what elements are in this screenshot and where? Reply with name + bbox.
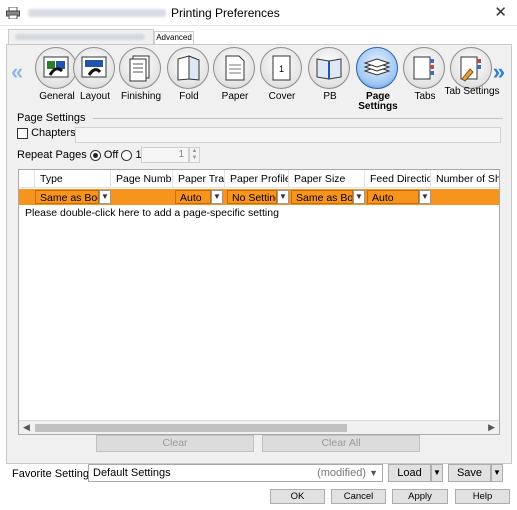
- cell-feed-direction[interactable]: Auto: [367, 190, 419, 204]
- ok-button[interactable]: OK: [270, 489, 325, 504]
- page-settings-table[interactable]: Type Page Number Paper Tray Paper Profil…: [18, 169, 500, 435]
- repeat-range-radio[interactable]: [121, 149, 133, 161]
- save-button[interactable]: Save: [448, 464, 491, 482]
- chapters-label: Chapters: [31, 127, 76, 140]
- load-dropdown-icon[interactable]: ▼: [431, 464, 443, 482]
- load-button[interactable]: Load: [388, 464, 431, 482]
- chapters-input[interactable]: [75, 127, 501, 143]
- paper-icon: [225, 55, 245, 81]
- ribbon-item-tabs[interactable]: Tabs: [400, 45, 450, 107]
- chevron-down-icon[interactable]: ▼: [211, 190, 223, 204]
- chevron-down-icon[interactable]: ▼: [277, 190, 289, 204]
- favorite-setting-select[interactable]: Default Settings (modified) ▼: [88, 464, 383, 482]
- cancel-button[interactable]: Cancel: [331, 489, 386, 504]
- chevron-down-icon[interactable]: ▼: [369, 465, 378, 481]
- cell-paper-size[interactable]: Same as Body: [291, 190, 353, 204]
- chevron-down-icon[interactable]: ▼: [353, 190, 365, 204]
- scrollbar-thumb[interactable]: [35, 424, 347, 432]
- tab-strip: Advanced: [0, 26, 517, 44]
- column-header-page-number[interactable]: Page Number: [111, 170, 173, 188]
- column-header-type[interactable]: Type: [35, 170, 111, 188]
- column-header-paper-tray[interactable]: Paper Tray: [173, 170, 225, 188]
- tabs-icon: [413, 56, 434, 80]
- close-icon[interactable]: ✕: [494, 3, 507, 21]
- fold-icon: [177, 55, 200, 81]
- favorite-setting-value: Default Settings: [93, 467, 171, 479]
- horizontal-scrollbar[interactable]: ◀ ▶: [19, 420, 499, 434]
- ribbon-item-tab-settings[interactable]: Tab Settings: [444, 45, 500, 107]
- save-dropdown-icon[interactable]: ▼: [491, 464, 503, 482]
- cell-paper-tray[interactable]: Auto: [175, 190, 211, 204]
- tab-name-redacted: [15, 34, 145, 40]
- window-title: Printing Preferences: [171, 6, 280, 20]
- modified-indicator: (modified): [317, 467, 366, 479]
- printer-icon: [6, 7, 20, 19]
- column-header-paper-size[interactable]: Paper Size: [289, 170, 365, 188]
- ribbon-scroll-left-icon[interactable]: «: [11, 59, 23, 85]
- table-header: Type Page Number Paper Tray Paper Profil…: [19, 170, 499, 188]
- tab-printer-main[interactable]: [8, 29, 154, 44]
- clear-all-button[interactable]: Clear All: [262, 435, 420, 452]
- scroll-right-icon[interactable]: ▶: [488, 422, 495, 433]
- layout-icon: [81, 56, 107, 78]
- cell-paper-profile[interactable]: No Setting: [227, 190, 277, 204]
- chevron-down-icon[interactable]: ▼: [419, 190, 431, 204]
- repeat-count-stepper[interactable]: ▲ ▼: [189, 147, 200, 163]
- title-bar: Printing Preferences ✕: [0, 0, 517, 26]
- tab-advanced[interactable]: Advanced: [154, 31, 194, 44]
- column-header-feed-direction[interactable]: Feed Direction: [365, 170, 431, 188]
- perfect-binding-icon: [316, 58, 342, 80]
- clear-button[interactable]: Clear: [96, 435, 254, 452]
- repeat-count-input[interactable]: 1: [141, 147, 189, 163]
- repeat-pages-label: Repeat Pages: [17, 149, 87, 162]
- column-header-paper-profile[interactable]: Paper Profile: [225, 170, 289, 188]
- scroll-left-icon[interactable]: ◀: [23, 422, 30, 433]
- general-icon: [43, 56, 69, 78]
- ribbon-label-tab-settings: Tab Settings: [444, 86, 500, 97]
- repeat-off-label: Off: [103, 149, 119, 162]
- main-panel: « General Layout Finishing Fold Paper 1 …: [6, 44, 512, 464]
- cell-number-of-sheets[interactable]: [431, 190, 499, 204]
- chapters-row: Chapters: [17, 127, 76, 143]
- finishing-icon: [129, 55, 150, 82]
- feature-ribbon: « General Layout Finishing Fold Paper 1 …: [7, 45, 511, 112]
- apply-button[interactable]: Apply: [392, 489, 448, 504]
- cover-icon: 1: [272, 55, 291, 81]
- page-settings-icon: [363, 58, 391, 76]
- svg-text:1: 1: [279, 64, 284, 74]
- tab-settings-icon: [460, 56, 481, 82]
- cell-page-number[interactable]: [111, 190, 173, 204]
- header-spacer: [19, 170, 35, 188]
- column-header-number-of-sheets[interactable]: Number of She: [431, 170, 499, 188]
- help-button[interactable]: Help: [455, 489, 510, 504]
- group-divider: [93, 118, 503, 119]
- repeat-pages-row: Repeat Pages Off 1 to: [17, 149, 154, 165]
- table-row[interactable]: Same as Body ▼ Auto ▼ No Setting ▼ Same …: [19, 189, 499, 205]
- add-setting-hint[interactable]: Please double-click here to add a page-s…: [25, 207, 279, 219]
- chevron-down-icon[interactable]: ▼: [99, 190, 111, 204]
- favorite-setting-label: Favorite Setting: [12, 468, 90, 480]
- printer-name-redacted: [28, 9, 166, 17]
- cell-type[interactable]: Same as Body: [35, 190, 99, 204]
- chapters-checkbox[interactable]: [17, 127, 28, 139]
- ribbon-scroll-right-icon[interactable]: »: [493, 59, 505, 85]
- page-settings-group-title: Page Settings: [17, 112, 86, 124]
- repeat-off-radio[interactable]: [89, 149, 101, 161]
